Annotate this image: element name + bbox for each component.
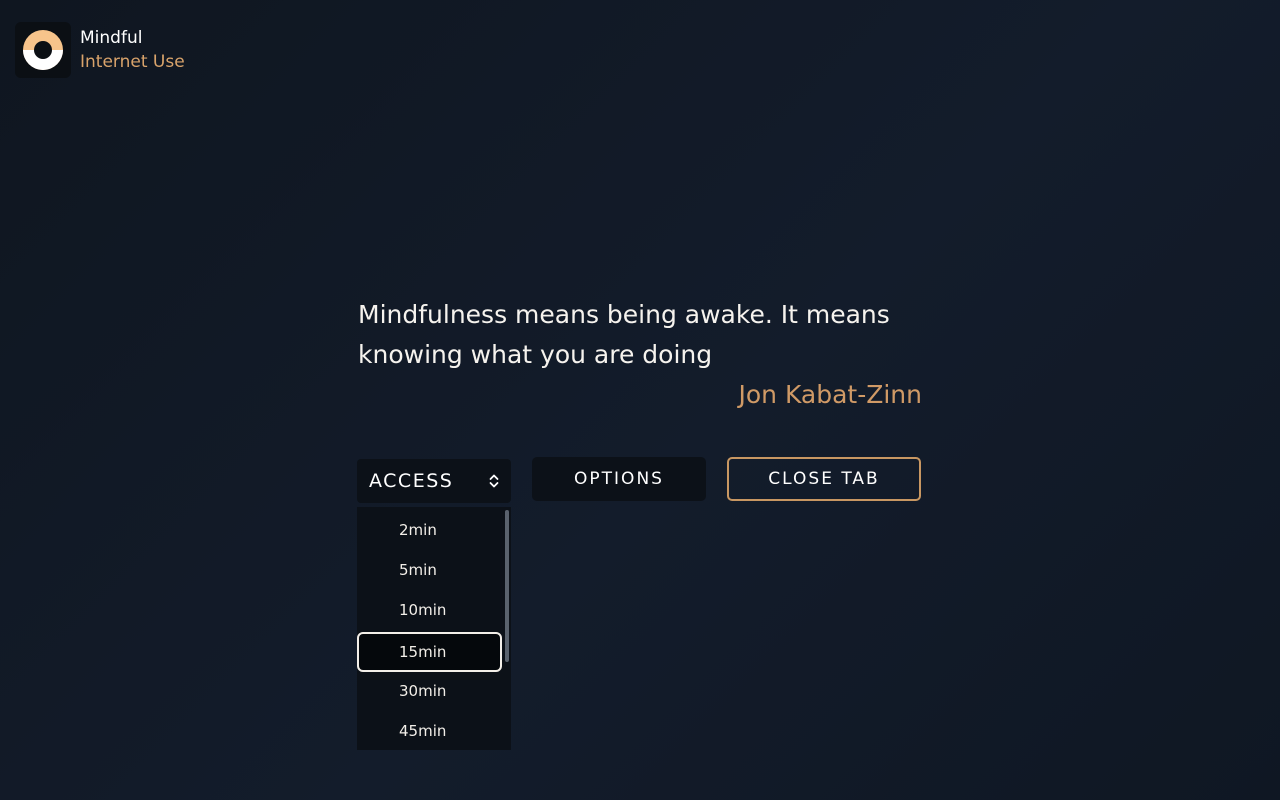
quote-text: Mindfulness means being awake. It means …	[358, 300, 890, 369]
brand-text: Mindful Internet Use	[80, 26, 185, 74]
options-button[interactable]: OPTIONS	[532, 457, 706, 501]
brand-subtitle: Internet Use	[80, 52, 185, 72]
access-option-30min[interactable]: 30min	[357, 671, 502, 711]
brand-name: Mindful	[80, 28, 143, 48]
logo-tile	[15, 22, 71, 78]
access-option-5min[interactable]: 5min	[357, 550, 502, 590]
access-option-2min[interactable]: 2min	[357, 510, 502, 550]
access-select[interactable]: ACCESS	[357, 459, 511, 503]
access-select-label: ACCESS	[369, 470, 454, 492]
quote-author: Jon Kabat-Zinn	[738, 380, 922, 409]
access-option-15min[interactable]: 15min	[357, 632, 502, 672]
brand-logo: Mindful Internet Use	[15, 22, 185, 78]
access-option-45min[interactable]: 45min	[357, 711, 502, 750]
dropdown-scrollbar[interactable]	[505, 510, 509, 662]
access-option-10min[interactable]: 10min	[357, 590, 502, 630]
close-tab-button[interactable]: CLOSE TAB	[727, 457, 921, 501]
ring-logo-icon	[23, 30, 63, 70]
access-dropdown-list: 2min 5min 10min 15min 30min 45min	[357, 507, 511, 750]
quote-block: Mindfulness means being awake. It means …	[358, 295, 922, 415]
updown-chevron-icon	[489, 474, 499, 488]
